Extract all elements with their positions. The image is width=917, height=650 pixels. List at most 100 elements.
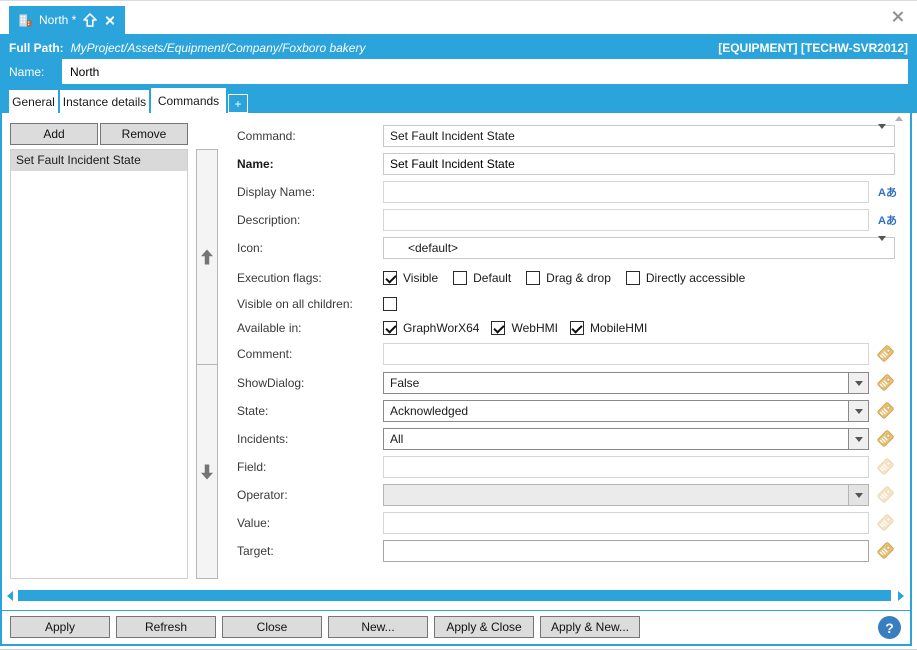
showdialog-label: ShowDialog: <box>237 372 304 394</box>
full-path-row: Full Path: MyProject/Assets/Equipment/Co… <box>9 41 908 55</box>
tab-add[interactable]: + <box>228 94 248 113</box>
value-row: Value: <box>237 512 897 534</box>
mobilehmi-checkbox[interactable] <box>570 321 584 335</box>
window-bottom-edge <box>0 646 917 650</box>
apply-new-button[interactable]: Apply & New... <box>540 616 640 638</box>
incidents-select[interactable]: All <box>383 428 869 450</box>
display-name-input[interactable] <box>383 181 869 203</box>
default-checkbox[interactable] <box>453 271 467 285</box>
state-row: State: Acknowledged <box>237 400 897 422</box>
tab-commands[interactable]: Commands <box>151 88 226 113</box>
dropdown-arrow-icon[interactable] <box>848 429 868 449</box>
name-input[interactable] <box>62 59 908 84</box>
apply-close-button[interactable]: Apply & Close <box>434 616 534 638</box>
full-path-value: MyProject/Assets/Equipment/Company/Foxbo… <box>71 41 366 55</box>
icon-label: Icon: <box>237 237 263 259</box>
comment-input[interactable] <box>383 343 869 365</box>
icon-select[interactable]: <default> <box>383 237 895 259</box>
state-select[interactable]: Acknowledged <box>383 400 869 422</box>
tab-general[interactable]: General <box>9 90 58 113</box>
incidents-label: Incidents: <box>237 428 288 450</box>
commands-pane: Add Remove Set Fault Incident State Comm… <box>0 113 912 646</box>
field-input[interactable] <box>383 456 869 478</box>
command-name-label: Name: <box>237 153 274 175</box>
name-label: Name: <box>9 65 44 79</box>
state-label: State: <box>237 400 268 422</box>
available-in-row: Available in: GraphWorX64 WebHMI MobileH… <box>237 319 897 337</box>
move-down-button[interactable] <box>196 364 218 579</box>
operator-row: Operator: <box>237 484 897 506</box>
value-input[interactable] <box>383 512 869 534</box>
add-button[interactable]: Add <box>10 123 98 145</box>
tag-icon[interactable] <box>876 345 894 363</box>
execution-flags-label: Execution flags: <box>237 269 322 287</box>
new-button[interactable]: New... <box>328 616 428 638</box>
command-select[interactable]: Set Fault Incident State <box>383 125 895 147</box>
localize-icon[interactable]: Aあ <box>878 184 897 200</box>
localize-icon[interactable]: Aあ <box>878 212 897 228</box>
window-close-icon[interactable] <box>891 10 904 23</box>
tag-icon[interactable] <box>876 542 894 560</box>
available-in-label: Available in: <box>237 319 302 337</box>
document-tab-north[interactable]: North * <box>9 6 125 34</box>
scroll-up-icon[interactable] <box>895 116 903 121</box>
dropdown-arrow-icon <box>878 241 894 255</box>
header-band: Full Path: MyProject/Assets/Equipment/Co… <box>0 34 917 113</box>
horizontal-scrollbar[interactable] <box>2 589 910 603</box>
value-label: Value: <box>237 512 270 534</box>
field-row: Field: <box>237 456 897 478</box>
context-badges: [EQUIPMENT] [TECHW-SVR2012] <box>718 41 908 55</box>
command-name-input[interactable] <box>383 153 895 175</box>
commands-listbox[interactable]: Set Fault Incident State <box>10 149 188 579</box>
graphworx64-checkbox[interactable] <box>383 321 397 335</box>
tab-instance-details[interactable]: Instance details <box>60 90 149 113</box>
display-name-row: Display Name: Aあ <box>237 181 897 203</box>
dropdown-arrow-icon <box>848 485 868 505</box>
description-input[interactable] <box>383 209 869 231</box>
dropdown-arrow-icon[interactable] <box>848 373 868 393</box>
tag-icon[interactable] <box>876 402 894 420</box>
help-icon[interactable]: ? <box>878 616 901 639</box>
remove-button[interactable]: Remove <box>100 123 188 145</box>
apply-button[interactable]: Apply <box>10 616 110 638</box>
close-button[interactable]: Close <box>222 616 322 638</box>
visible-on-all-children-checkbox[interactable] <box>383 297 397 311</box>
execution-flags-row: Execution flags: Visible Default Drag & … <box>237 269 897 287</box>
move-down-icon <box>201 464 213 480</box>
refresh-button[interactable]: Refresh <box>116 616 216 638</box>
tag-icon[interactable] <box>876 430 894 448</box>
display-name-label: Display Name: <box>237 181 315 203</box>
name-row: Name: <box>237 153 897 175</box>
reorder-strip <box>196 149 218 579</box>
description-label: Description: <box>237 209 300 231</box>
dropdown-arrow-icon[interactable] <box>848 401 868 421</box>
footer-bar: Apply Refresh Close New... Apply & Close… <box>2 610 910 644</box>
showdialog-select[interactable]: False <box>383 372 869 394</box>
target-input[interactable] <box>383 540 869 562</box>
move-up-button[interactable] <box>196 149 218 365</box>
incidents-row: Incidents: All <box>237 428 897 450</box>
scroll-right-icon[interactable] <box>898 591 904 601</box>
close-icon[interactable] <box>104 15 115 26</box>
tag-icon[interactable] <box>876 374 894 392</box>
scroll-left-icon[interactable] <box>7 591 13 601</box>
scrollbar-thumb[interactable] <box>18 590 891 601</box>
directly-accessible-checkbox[interactable] <box>626 271 640 285</box>
webhmi-checkbox[interactable] <box>491 321 505 335</box>
building-icon <box>19 14 32 27</box>
document-tab-title: North * <box>39 13 76 27</box>
drag-drop-checkbox[interactable] <box>526 271 540 285</box>
property-window: North * Full Path: MyProject/Assets/Equi… <box>0 0 917 649</box>
showdialog-row: ShowDialog: False <box>237 372 897 394</box>
titlebar: North * <box>0 1 917 34</box>
comment-label: Comment: <box>237 343 292 365</box>
promote-up-icon[interactable] <box>83 13 97 27</box>
full-path-label: Full Path: <box>9 41 64 55</box>
field-label: Field: <box>237 456 266 478</box>
tag-icon <box>876 458 894 476</box>
icon-row: Icon: <default> <box>237 237 897 259</box>
list-item[interactable]: Set Fault Incident State <box>11 150 187 171</box>
description-row: Description: Aあ <box>237 209 897 231</box>
visible-checkbox[interactable] <box>383 271 397 285</box>
tag-icon <box>876 514 894 532</box>
